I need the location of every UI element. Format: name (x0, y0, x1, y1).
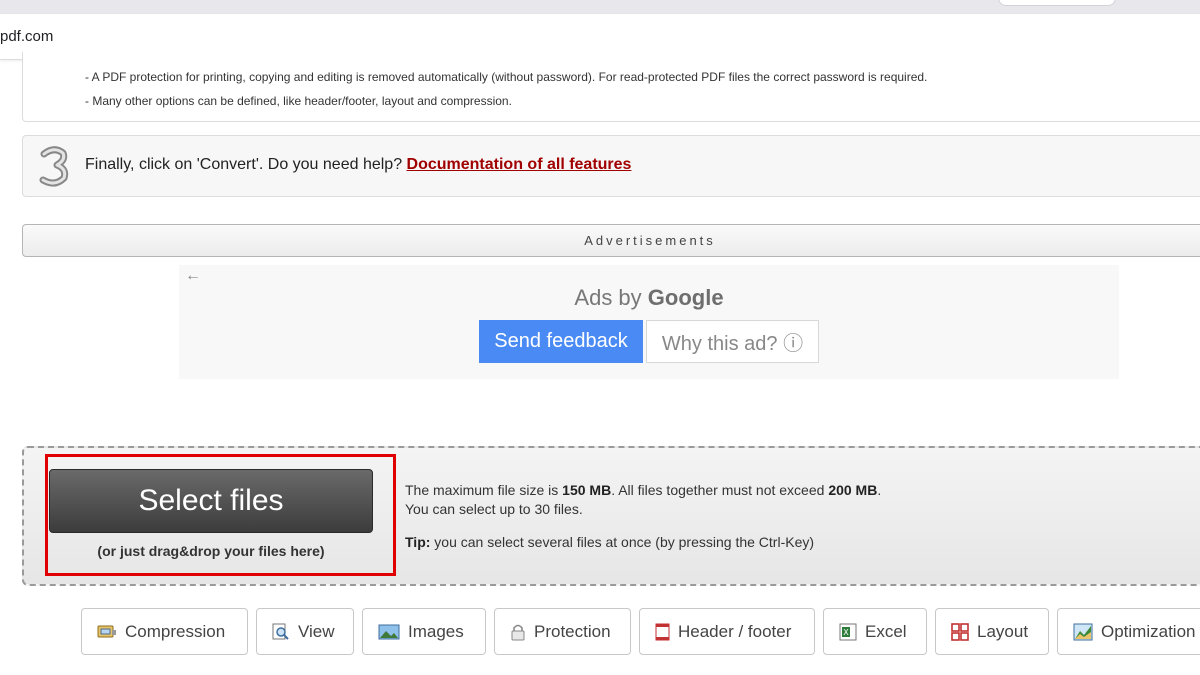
step-3-box: Finally, click on 'Convert'. Do you need… (22, 135, 1200, 197)
layout-button[interactable]: Layout (935, 608, 1049, 655)
step-3-number-icon (39, 146, 69, 187)
view-button[interactable]: View (256, 608, 354, 655)
browser-tabstrip (0, 0, 1200, 14)
compression-label: Compression (125, 621, 226, 641)
max-size-text: The maximum file size is 150 MB. All fil… (405, 482, 881, 498)
address-url: pdf.com (0, 28, 54, 45)
browser-tab[interactable] (998, 0, 1116, 6)
optimization-button[interactable]: Optimization (1057, 608, 1200, 655)
select-files-button[interactable]: Select files (49, 469, 373, 533)
send-feedback-button[interactable]: Send feedback (479, 320, 643, 363)
ads-by-label: Ads by (574, 285, 642, 310)
max-single-size: 150 MB (562, 482, 612, 498)
ad-area: ← Ads by Google Send feedback Why this a… (179, 265, 1119, 379)
step-3-instruction: Finally, click on 'Convert'. Do you need… (85, 156, 407, 173)
optimization-label: Optimization (1101, 621, 1196, 641)
why-this-ad-button[interactable]: Why this ad? ⓘ (646, 320, 819, 363)
max-total-size: 200 MB (828, 482, 878, 498)
compression-icon (97, 625, 116, 637)
info-line-protection: - A PDF protection for printing, copying… (85, 70, 928, 84)
header-footer-button[interactable]: Header / footer (639, 608, 815, 655)
max-size-mid: . All files together must not exceed (611, 482, 829, 498)
magnifier-icon (272, 623, 289, 640)
max-size-prefix: The maximum file size is (405, 482, 563, 498)
file-limit-text: You can select up to 30 files. (405, 501, 583, 517)
info-line-options: - Many other options can be defined, lik… (85, 94, 512, 108)
compression-button[interactable]: Compression (81, 608, 248, 655)
tip-label: Tip: (405, 534, 431, 550)
ad-back-arrow-icon[interactable]: ← (185, 267, 201, 285)
images-label: Images (408, 621, 464, 641)
google-wordmark: Google (647, 285, 724, 310)
documentation-link[interactable]: Documentation of all features (407, 156, 632, 173)
tip-body: you can select several files at once (by… (430, 534, 815, 550)
step-3-text: Finally, click on 'Convert'. Do you need… (85, 156, 631, 174)
image-icon (378, 624, 400, 639)
protection-button[interactable]: Protection (494, 608, 631, 655)
tip-text: Tip: you can select several files at onc… (405, 534, 814, 550)
header-footer-icon (655, 623, 670, 640)
options-info-box: - A PDF protection for printing, copying… (22, 52, 1200, 122)
advertisements-label: Advertisements (584, 233, 716, 248)
layout-label: Layout (977, 621, 1029, 641)
excel-icon: X (839, 623, 857, 640)
optimization-chart-icon (1073, 623, 1093, 640)
ads-by-google: Ads by Google (179, 285, 1119, 311)
view-label: View (298, 621, 335, 641)
excel-label: Excel (865, 621, 907, 641)
drag-drop-hint: (or just drag&drop your files here) (97, 543, 325, 559)
layout-grid-icon (951, 622, 969, 641)
lock-icon (511, 624, 525, 640)
advertisements-bar: Advertisements (22, 224, 1200, 257)
images-button[interactable]: Images (362, 608, 486, 655)
protection-label: Protection (534, 621, 611, 641)
max-size-end: . (877, 482, 882, 498)
header-footer-label: Header / footer (678, 621, 792, 641)
svg-text:X: X (843, 628, 849, 637)
excel-button[interactable]: X Excel (823, 608, 927, 655)
